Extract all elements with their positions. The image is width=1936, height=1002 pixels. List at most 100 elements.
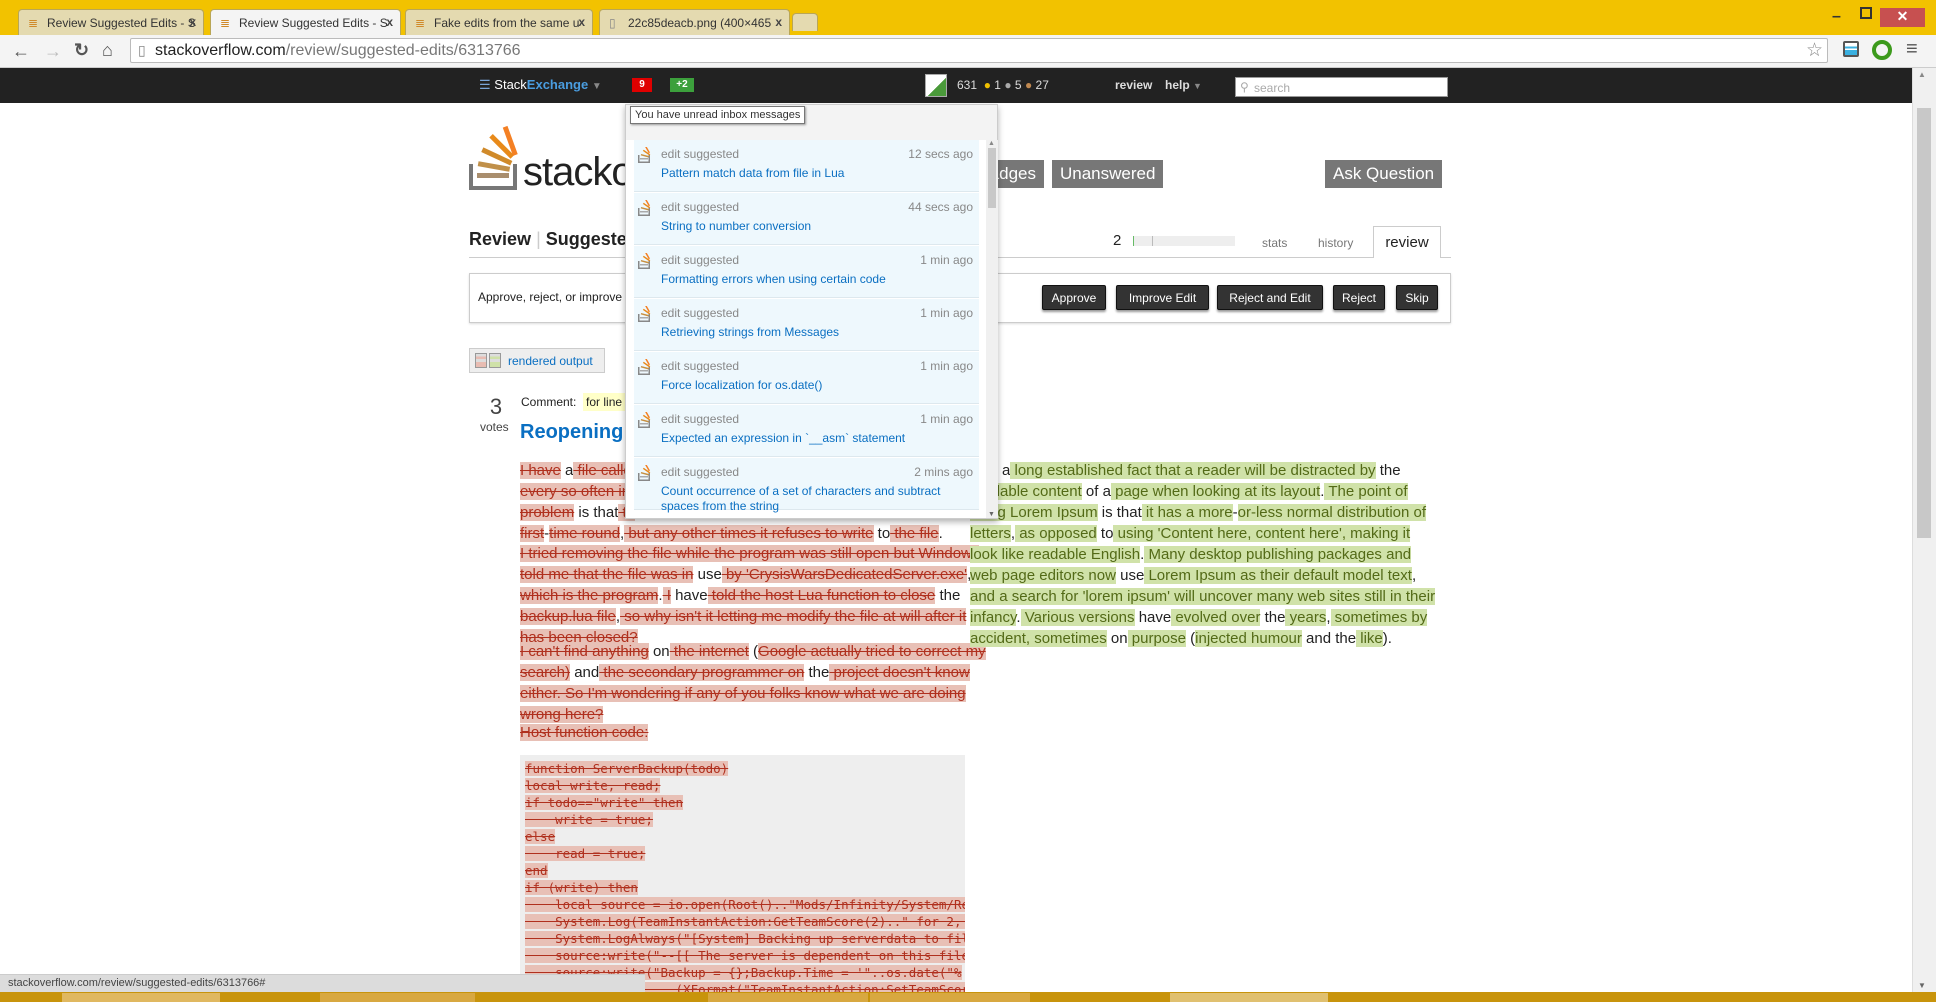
inbox-item-title[interactable]: Count occurrence of a set of characters … bbox=[661, 484, 971, 514]
inbox-item-title[interactable]: Expected an expression in `__asm` statem… bbox=[661, 431, 971, 446]
unchanged-text: have bbox=[1134, 609, 1172, 626]
unchanged-text: a bbox=[560, 462, 574, 479]
tab-history[interactable]: history bbox=[1318, 236, 1353, 250]
browser-tab[interactable]: ≣ Review Suggested Edits - Sx bbox=[18, 9, 204, 35]
inbox-tooltip: You have unread inbox messages bbox=[630, 106, 806, 124]
unchanged-text: the bbox=[1260, 609, 1286, 626]
taskbar-item[interactable] bbox=[708, 993, 868, 1002]
browser-tab-active[interactable]: ≣ Review Suggested Edits - Sx bbox=[210, 9, 401, 35]
inbox-item-title[interactable]: Force localization for os.date() bbox=[661, 378, 971, 393]
inbox-scrollbar[interactable]: ▼ ▲ bbox=[986, 140, 998, 518]
reputation-change-badge[interactable]: +2 bbox=[670, 78, 694, 92]
close-tab-icon[interactable]: x bbox=[775, 15, 782, 29]
inserted-text: page when looking at its layout bbox=[1110, 483, 1321, 500]
skip-button[interactable]: Skip bbox=[1396, 285, 1438, 310]
address-bar[interactable]: ▯ stackoverflow.com/review/suggested-edit… bbox=[130, 38, 1828, 63]
inserted-text: years bbox=[1285, 609, 1327, 626]
deleted-text: project doesn't know bbox=[829, 664, 970, 681]
search-input[interactable]: ⚲ search bbox=[1235, 77, 1448, 97]
taskbar-item[interactable] bbox=[320, 993, 475, 1002]
deleted-text: I can't find anything bbox=[520, 643, 649, 660]
code-line: if (write) then bbox=[525, 879, 965, 896]
inbox-item[interactable]: edit suggested 1 min ago Expected an expre… bbox=[634, 405, 979, 457]
deleted-text: search) bbox=[520, 664, 571, 681]
new-tab-button[interactable] bbox=[792, 13, 818, 31]
inbox-item[interactable]: edit suggested 2 mins ago Count occurrence… bbox=[634, 458, 979, 513]
text-line: look like readable English. Many desktop… bbox=[970, 544, 1420, 565]
taskbar-item[interactable] bbox=[870, 993, 1030, 1002]
restore-icon[interactable] bbox=[1860, 7, 1872, 19]
bronze-badge-count: 27 bbox=[1035, 78, 1049, 92]
comment-label: Comment: bbox=[521, 395, 577, 409]
home-icon[interactable]: ⌂ bbox=[102, 40, 113, 61]
inbox-scrollbar-thumb[interactable] bbox=[988, 148, 996, 208]
inbox-item-title[interactable]: Pattern match data from file in Lua bbox=[661, 166, 971, 181]
improve-edit-button[interactable]: Improve Edit bbox=[1116, 285, 1209, 310]
extension-reader-icon[interactable] bbox=[1843, 41, 1859, 57]
review-link[interactable]: review bbox=[1115, 78, 1152, 92]
post-title[interactable]: Reopening c bbox=[520, 421, 640, 444]
scroll-up-icon[interactable]: ▲ bbox=[988, 140, 995, 147]
bookmark-star-icon[interactable]: ☆ bbox=[1806, 39, 1823, 62]
inserted-text: purpose bbox=[1127, 630, 1186, 647]
close-tab-icon[interactable]: x bbox=[189, 15, 196, 29]
tab-review[interactable]: review bbox=[1373, 226, 1441, 258]
inbox-item[interactable]: edit suggested 44 secs ago String to numbe… bbox=[634, 193, 979, 245]
minimize-icon[interactable]: – bbox=[1832, 8, 1850, 26]
reload-icon[interactable]: ↻ bbox=[74, 40, 89, 61]
inbox-count-badge[interactable]: 9 bbox=[632, 78, 652, 92]
ask-question-button[interactable]: Ask Question bbox=[1325, 160, 1443, 188]
inbox-item-title[interactable]: Formatting errors when using certain cod… bbox=[661, 272, 971, 287]
inserted-text: injected humour bbox=[1195, 630, 1302, 647]
scroll-down-icon[interactable]: ▼ bbox=[1918, 981, 1926, 990]
unchanged-text: use bbox=[1115, 567, 1145, 584]
inbox-item[interactable]: edit suggested 1 min ago Retrieving string… bbox=[634, 299, 979, 351]
approve-button[interactable]: Approve bbox=[1042, 285, 1106, 310]
inbox-item-title[interactable]: Retrieving strings from Messages bbox=[661, 325, 971, 340]
reject-button[interactable]: Reject bbox=[1333, 285, 1385, 310]
browser-tab[interactable]: ▯ 22c85deacb.png (400×465 x bbox=[599, 9, 790, 35]
inbox-item[interactable]: edit suggested 1 min ago Formatting errors… bbox=[634, 246, 979, 298]
unchanged-text: use bbox=[693, 566, 722, 583]
taskbar-item[interactable] bbox=[62, 993, 220, 1002]
close-tab-icon[interactable]: x bbox=[578, 15, 585, 29]
forward-icon[interactable]: → bbox=[44, 41, 62, 62]
nav-unanswered[interactable]: Unanswered bbox=[1052, 160, 1164, 188]
rendered-output-toggle[interactable]: rendered output bbox=[469, 348, 605, 373]
page-scrollbar[interactable]: ▲ ▼ bbox=[1912, 68, 1936, 992]
inbox-item[interactable]: edit suggested 1 min ago Force localizatio… bbox=[634, 352, 979, 404]
reject-and-edit-button[interactable]: Reject and Edit bbox=[1217, 285, 1323, 310]
deleted-text: told me that the file was in bbox=[520, 566, 694, 583]
page-scrollbar-thumb[interactable] bbox=[1917, 108, 1931, 538]
inserted-text: Various versions bbox=[1020, 609, 1135, 626]
inbox-item-title[interactable]: String to number conversion bbox=[661, 219, 971, 234]
close-tab-icon[interactable]: x bbox=[386, 15, 393, 29]
paragraph: I can't find anything on the internet (G… bbox=[520, 641, 986, 725]
stackexchange-menu[interactable]: ☰ StackExchange ▼ bbox=[479, 77, 602, 93]
inserted-text: using 'Content here, content here', maki… bbox=[1113, 525, 1411, 542]
brand-stack: Stack bbox=[494, 77, 527, 92]
code-line: end bbox=[525, 862, 965, 879]
avatar[interactable] bbox=[925, 74, 947, 97]
help-menu[interactable]: help ▼ bbox=[1165, 78, 1202, 92]
reputation-summary[interactable]: 631 ● 1 ● 5 ● 27 bbox=[957, 78, 1049, 92]
inbox-item[interactable]: edit suggested 12 secs ago Pattern match d… bbox=[634, 140, 979, 192]
back-icon[interactable]: ← bbox=[12, 41, 30, 62]
review-title[interactable]: Review bbox=[469, 229, 531, 249]
close-window-icon[interactable]: ✕ bbox=[1880, 8, 1925, 27]
edit-comment: Comment: for line bbox=[521, 393, 626, 411]
inbox-dropdown: edit suggested 12 secs ago Pattern match d… bbox=[625, 104, 998, 519]
scroll-up-icon[interactable]: ▲ bbox=[1918, 70, 1926, 79]
inserted-text: Many desktop publishing packages and bbox=[1144, 546, 1412, 563]
stackoverflow-site-icon bbox=[638, 465, 651, 481]
tab-stats[interactable]: stats bbox=[1262, 236, 1287, 250]
menu-icon[interactable]: ≡ bbox=[1906, 38, 1918, 61]
taskbar-item[interactable] bbox=[1170, 993, 1328, 1002]
stackoverflow-site-icon bbox=[638, 200, 651, 216]
scroll-down-icon[interactable]: ▼ bbox=[988, 511, 995, 518]
review-count: 2 bbox=[1113, 232, 1122, 249]
extension-green-ring-icon[interactable] bbox=[1872, 40, 1892, 60]
browser-tab[interactable]: ≣ Fake edits from the same ux bbox=[405, 9, 593, 35]
deleted-text: I have bbox=[520, 462, 561, 479]
text-line: readable content of a page when looking … bbox=[970, 481, 1420, 502]
